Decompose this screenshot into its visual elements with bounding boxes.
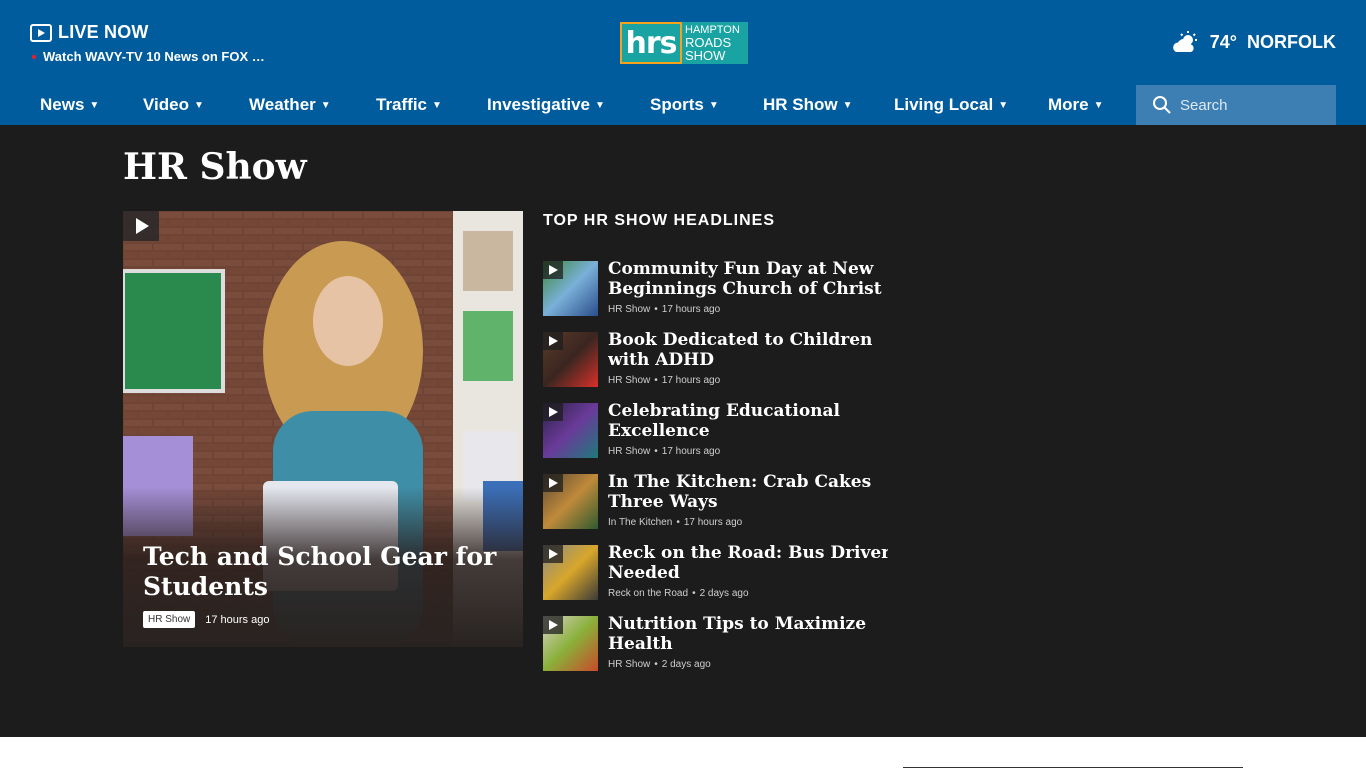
headline-thumbnail [543,332,598,387]
play-icon [543,261,563,279]
headline-item[interactable]: Nutrition Tips to Maximize Health HR Show… [543,614,888,676]
search-placeholder: Search [1180,96,1228,114]
caret-down-icon: ▼ [708,100,719,111]
nav-item-more[interactable]: More ▼ [1048,85,1104,125]
hero-title[interactable]: Tech and School Gear for Students [143,542,503,602]
headline-meta: In The Kitchen • 17 hours ago [608,517,743,528]
hero-section-tag[interactable]: HR Show [143,611,196,628]
nav-item-news[interactable]: News ▼ [40,85,99,125]
headline-item[interactable]: Book Dedicated to Children with ADHD HR S… [543,330,888,392]
headline-thumbnail [543,474,598,529]
headline-title[interactable]: Book Dedicated to Children with ADHD [608,330,888,370]
hero-meta: HR Show 17 hours ago [143,611,269,628]
live-tv-icon [30,23,52,42]
headline-thumbnail [543,261,598,316]
headline-item[interactable]: Celebrating Educational Excellence HR Sho… [543,401,888,463]
headline-meta: Reck on the Road • 2 days ago [608,588,749,599]
play-icon [543,403,563,421]
headline-title[interactable]: Reck on the Road: Bus Drivers Needed [608,543,888,583]
live-now-title: LIVE NOW [58,22,149,42]
headline-item[interactable]: Community Fun Day at New Beginnings Churc… [543,259,888,321]
caret-down-icon: ▼ [998,100,1009,111]
play-icon [123,211,159,241]
caret-down-icon: ▼ [842,100,853,111]
nav-item-investigative[interactable]: Investigative ▼ [487,85,605,125]
logo-wordmark: HAMPTON ROADS SHOW [682,22,748,64]
headlines-heading: TOP HR SHOW HEADLINES [543,212,775,229]
headline-item[interactable]: In The Kitchen: Crab Cakes Three Ways In … [543,472,888,534]
nav-item-sports[interactable]: Sports ▼ [650,85,719,125]
headline-item[interactable]: Reck on the Road: Bus Drivers Needed Reck… [543,543,888,605]
headline-title[interactable]: In The Kitchen: Crab Cakes Three Ways [608,472,888,512]
nav-item-weather[interactable]: Weather ▼ [249,85,331,125]
nav-item-video[interactable]: Video ▼ [143,85,204,125]
nav-item-hr-show[interactable]: HR Show ▼ [763,85,853,125]
site-logo[interactable]: hrs HAMPTON ROADS SHOW [620,22,748,64]
headline-thumbnail [543,616,598,671]
hero-video-card[interactable]: Tech and School Gear for Students HR Sho… [123,211,523,647]
partly-cloudy-icon [1172,31,1197,52]
caret-down-icon: ▼ [432,100,442,111]
headline-meta: HR Show • 17 hours ago [608,446,721,457]
caret-down-icon: ▼ [595,100,605,111]
headline-meta: HR Show • 17 hours ago [608,304,721,315]
nav-item-traffic[interactable]: Traffic ▼ [376,85,442,125]
logo-line-3: SHOW [685,48,726,63]
caret-down-icon: ▼ [89,100,100,111]
logo-mark: hrs [620,22,682,64]
caret-down-icon: ▼ [320,100,331,111]
nav-item-living-local[interactable]: Living Local ▼ [894,85,1008,125]
caret-down-icon: ▼ [193,100,204,111]
search-input[interactable]: Search [1136,85,1336,125]
top-header: LIVE NOW Watch WAVY-TV 10 News on FOX … … [0,0,1366,85]
play-icon [543,332,563,350]
live-dot-icon [32,54,36,59]
live-now-subtitle: Watch WAVY-TV 10 News on FOX … [43,49,265,64]
play-icon [543,474,563,492]
play-icon [543,545,563,563]
content-section-below [0,737,1366,768]
hero-timestamp: 17 hours ago [205,613,270,626]
weather-widget[interactable]: 74° NORFOLK [1170,30,1336,54]
play-icon [543,616,563,634]
weather-city: NORFOLK [1247,31,1336,52]
live-now-link[interactable]: LIVE NOW Watch WAVY-TV 10 News on FOX … [30,22,265,64]
main-nav: News ▼ Video ▼ Weather ▼ Traffic ▼ Investiga… [0,85,1366,125]
headline-meta: HR Show • 17 hours ago [608,375,721,386]
search-icon [1153,96,1171,114]
headline-title[interactable]: Celebrating Educational Excellence [608,401,888,441]
headline-title[interactable]: Nutrition Tips to Maximize Health [608,614,888,654]
caret-down-icon: ▼ [1093,100,1104,111]
temperature: 74° [1209,31,1237,52]
headline-meta: HR Show • 2 days ago [608,659,711,670]
page-title: HR Show [123,146,307,188]
headline-thumbnail [543,403,598,458]
headline-thumbnail [543,545,598,600]
headline-title[interactable]: Community Fun Day at New Beginnings Churc… [608,259,888,299]
